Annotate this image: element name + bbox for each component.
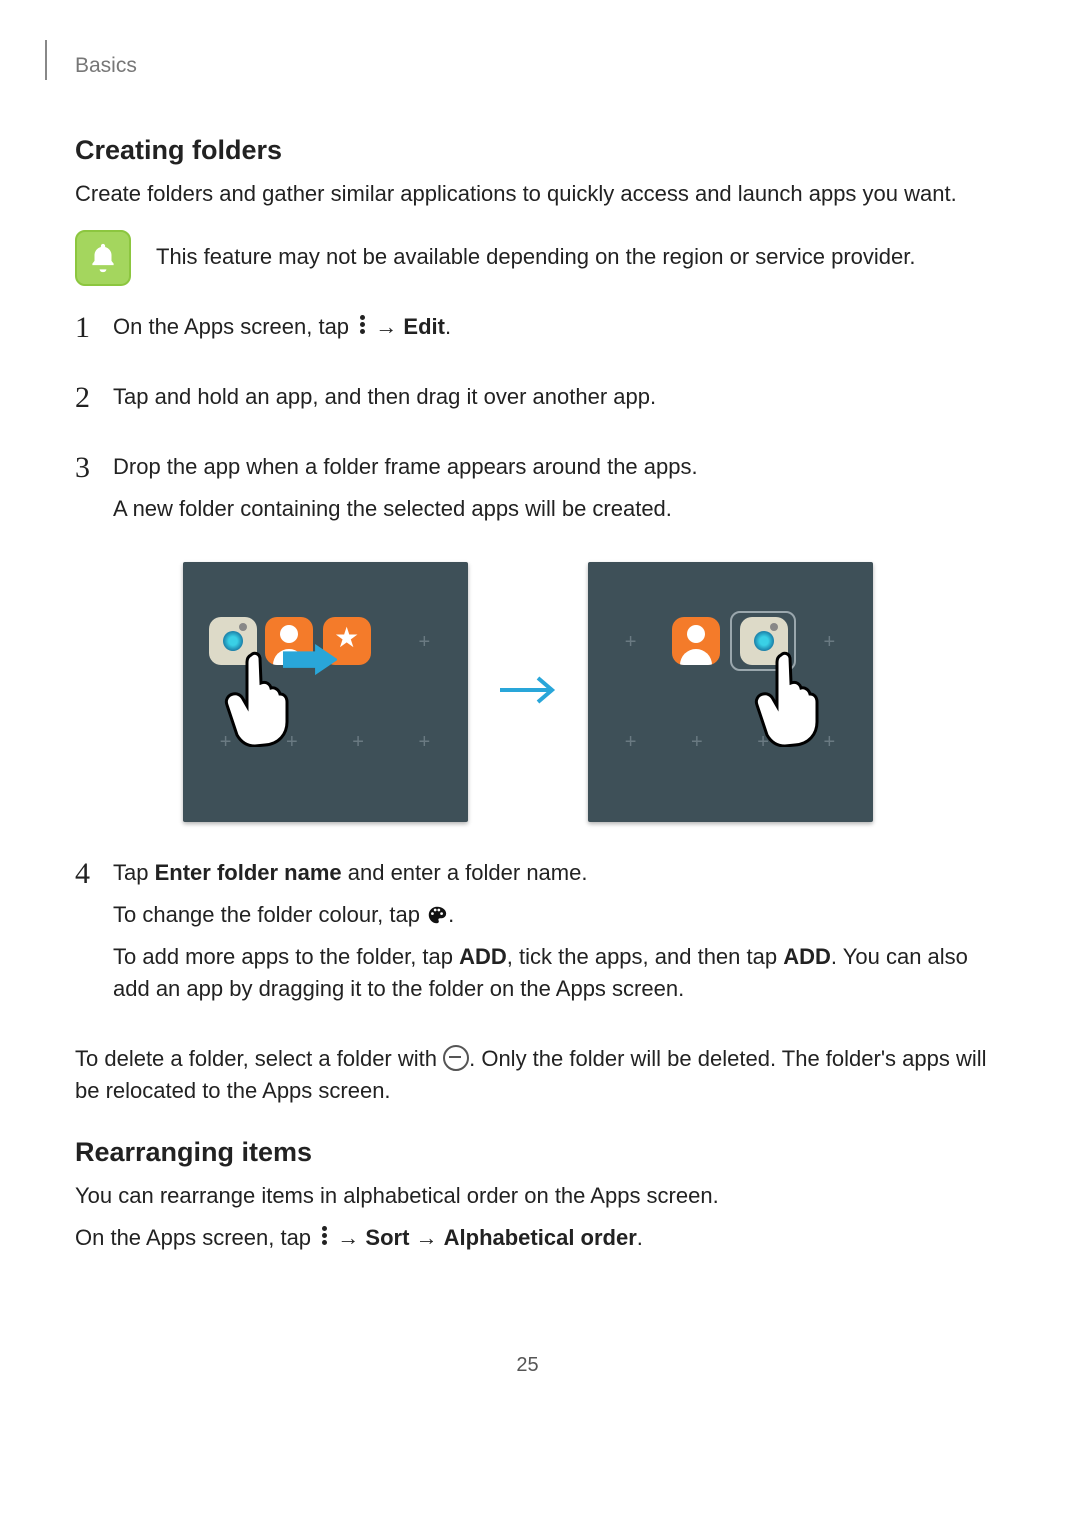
more-options-icon <box>355 313 369 336</box>
delete-folder-text: To delete a folder, select a folder with… <box>75 1043 1000 1107</box>
minus-circle-icon <box>443 1045 469 1071</box>
step-3-body: Drop the app when a folder frame appears… <box>113 451 1000 535</box>
hand-pointer-icon <box>753 647 823 747</box>
step-4-body: Tap Enter folder name and enter a folder… <box>113 857 1000 1015</box>
section-title-rearranging: Rearranging items <box>75 1137 1000 1168</box>
step-number-4: 4 <box>75 857 113 1015</box>
breadcrumb: Basics <box>73 54 137 80</box>
step-number-1: 1 <box>75 311 113 353</box>
palette-icon <box>426 903 448 925</box>
note-text: This feature may not be available depend… <box>156 230 915 273</box>
step-number-2: 2 <box>75 381 113 423</box>
rearranging-steps: On the Apps screen, tap → Sort → Alphabe… <box>75 1222 1000 1254</box>
step-number-3: 3 <box>75 451 113 535</box>
screen-after: + + + + + + + + <box>588 562 873 822</box>
step-1-body: On the Apps screen, tap → Edit. <box>113 311 1000 353</box>
rearranging-intro: You can rearrange items in alphabetical … <box>75 1180 1000 1212</box>
screen-before: + + + + + + + + <box>183 562 468 822</box>
bell-icon <box>75 230 131 286</box>
arrow-right-icon <box>498 675 558 710</box>
step-2-body: Tap and hold an app, and then drag it ov… <box>113 381 1000 423</box>
page-number: 25 <box>55 1354 1000 1377</box>
intro-text: Create folders and gather similar applic… <box>75 178 1000 210</box>
section-title-creating-folders: Creating folders <box>75 135 1000 166</box>
folder-illustration: + + + + + + + + + <box>55 562 1000 822</box>
more-options-icon <box>317 1224 331 1247</box>
hand-pointer-icon <box>223 647 293 747</box>
